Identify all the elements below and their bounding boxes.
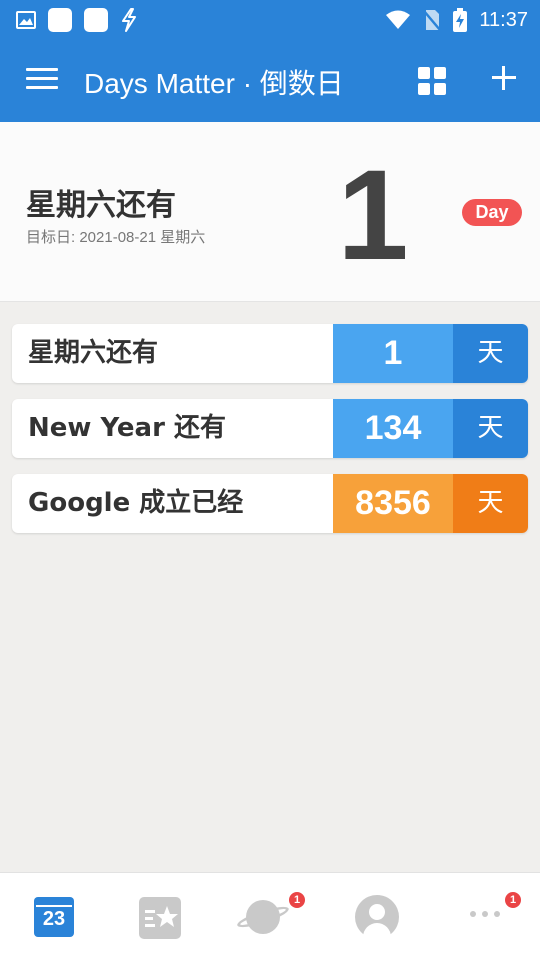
event-unit: 天 [453,399,528,458]
app-square-icon [84,8,108,32]
image-icon [16,11,36,29]
nav-item-discover[interactable]: 1 [216,873,324,960]
app-bar: Days Matter · 倒数日 [0,40,540,122]
event-row[interactable]: 星期六还有 1 天 [12,324,528,383]
menu-icon[interactable] [26,68,58,92]
nav-item-more[interactable]: 1 [440,873,540,960]
bottom-nav: 23 1 1 [0,872,540,960]
featured-event-unit-badge: Day [462,199,522,226]
add-icon[interactable] [490,64,518,92]
no-sim-icon [423,10,442,31]
app-square-icon [48,8,72,32]
event-row[interactable]: New Year 还有 134 天 [12,399,528,458]
nav-item-profile[interactable] [336,873,444,960]
wifi-icon [386,10,411,29]
notification-badge: 1 [289,892,305,908]
event-list: 星期六还有 1 天 New Year 还有 134 天 Google 成立已经 … [12,324,528,549]
event-count: 1 [333,324,453,383]
status-right-icons: 11:37 [385,8,528,32]
featured-event-count: 1 [337,144,409,287]
more-icon [470,911,500,917]
event-unit: 天 [453,474,528,533]
event-title: Google 成立已经 [28,488,244,518]
featured-event-target-date: 目标日: 2021-08-21 星期六 [26,229,206,246]
grid-view-icon[interactable] [418,67,446,95]
featured-event-title: 星期六还有 [26,188,176,223]
status-bar: 11:37 [0,0,540,40]
event-row[interactable]: Google 成立已经 8356 天 [12,474,528,533]
battery-charging-icon [453,8,468,32]
notification-badge: 1 [505,892,521,908]
event-title: 星期六还有 [28,338,159,368]
featured-event-card[interactable]: 星期六还有 目标日: 2021-08-21 星期六 1 Day [0,122,540,302]
star-list-icon [139,897,181,939]
nav-item-calendar[interactable]: 23 [0,873,108,960]
nav-item-favorites[interactable] [108,873,216,960]
app-title: Days Matter · 倒数日 [84,68,344,99]
lightning-icon [122,8,136,32]
status-left-icons [16,8,138,32]
event-count: 8356 [333,474,453,533]
event-unit: 天 [453,324,528,383]
avatar-head [369,904,385,920]
event-title: New Year 还有 [28,413,226,443]
calendar-icon: 23 [34,897,74,937]
status-time: 11:37 [479,8,528,31]
event-count: 134 [333,399,453,458]
